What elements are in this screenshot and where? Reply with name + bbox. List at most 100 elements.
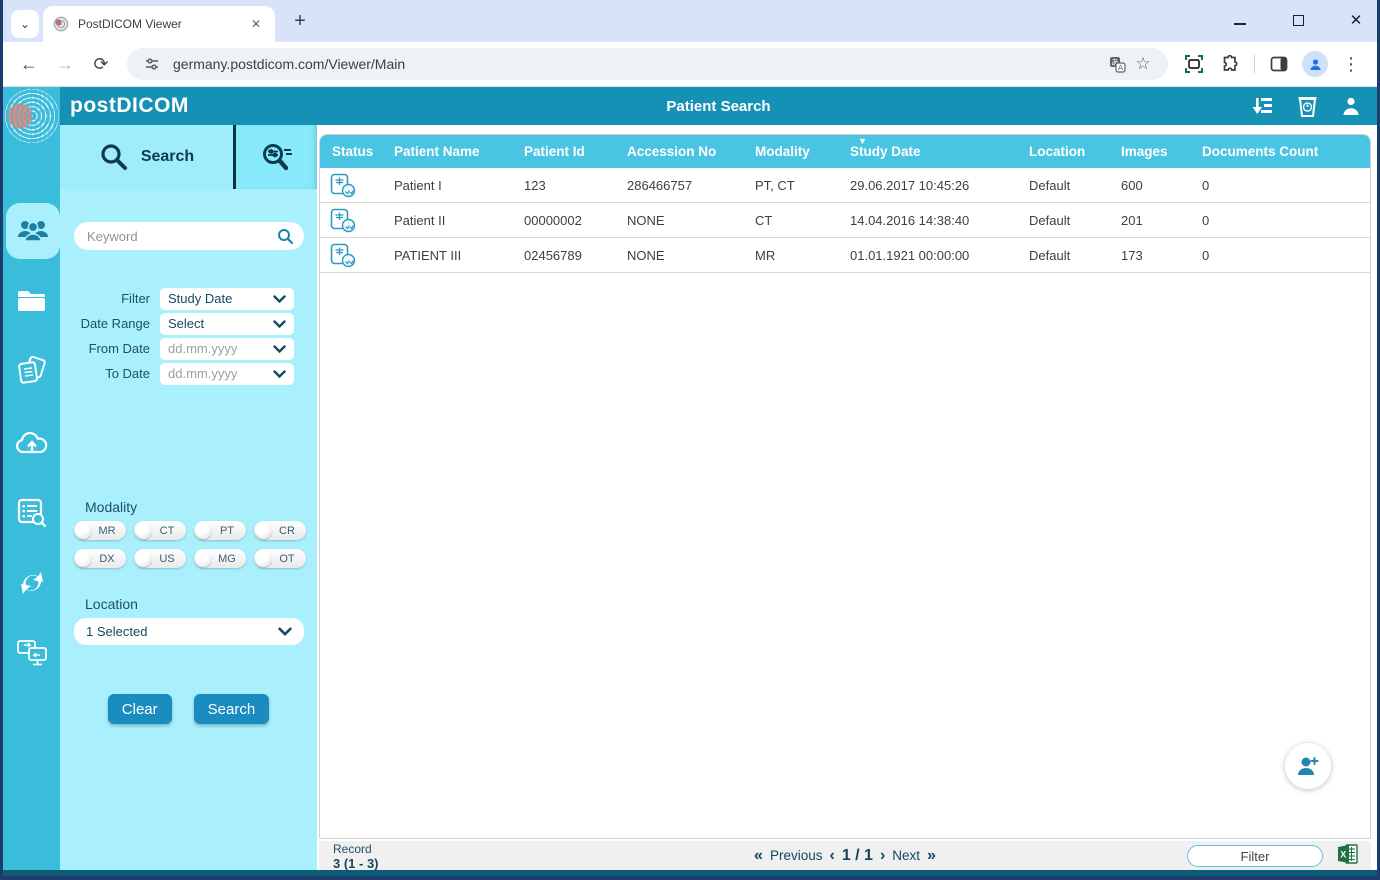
add-person-icon (1296, 755, 1320, 777)
col-documents-count[interactable]: Documents Count (1202, 135, 1370, 168)
toggle-knob (255, 522, 272, 539)
toggle-knob (255, 550, 272, 567)
app-header: postDICOM Patient Search (60, 87, 1377, 125)
keyword-input[interactable] (87, 229, 277, 244)
table-row[interactable]: Patient I 123 286466757 PT, CT 29.06.201… (320, 168, 1370, 203)
menu-kebab-icon[interactable]: ⋮ (1335, 48, 1367, 80)
back-icon[interactable]: ← (13, 48, 45, 80)
side-panel-icon[interactable] (1263, 48, 1295, 80)
add-patient-fab[interactable] (1285, 743, 1331, 789)
tab-search-chevron-icon[interactable]: ⌄ (11, 10, 39, 38)
tab-title: PostDICOM Viewer (78, 17, 247, 31)
to-date-select[interactable]: dd.mm.yyyy (160, 363, 294, 385)
study-status-icon (330, 243, 357, 268)
next-button[interactable]: Next (892, 848, 920, 863)
col-study-date[interactable]: ▼Study Date (850, 135, 1029, 168)
page-title: Patient Search (60, 98, 1377, 115)
next-page-icon[interactable]: › (880, 847, 885, 865)
date-range-select[interactable]: Select (160, 313, 294, 335)
location-select[interactable]: 1 Selected (74, 618, 304, 645)
location-label: Location (85, 596, 138, 612)
table-row[interactable]: Patient II 00000002 NONE CT 14.04.2016 1… (320, 203, 1370, 238)
minimize-button[interactable] (1225, 6, 1255, 34)
chevron-down-icon (273, 295, 286, 303)
close-button[interactable]: ✕ (1341, 6, 1371, 34)
modality-toggle-ot[interactable]: OT (254, 549, 306, 568)
toggle-knob (135, 550, 152, 567)
sidebar-item-dicom-files[interactable] (3, 343, 60, 399)
browser-toolbar: ← → ⟳ germany.postdicom.com/Viewer/Main … (3, 42, 1377, 87)
modality-label: Modality (85, 499, 137, 515)
sidebar-item-folders[interactable] (3, 273, 60, 329)
bookmark-star-icon[interactable]: ☆ (1130, 51, 1156, 77)
filter-button[interactable]: Filter (1187, 845, 1323, 867)
site-settings-icon[interactable] (139, 51, 165, 77)
first-page-icon[interactable]: « (754, 847, 763, 865)
previous-page-icon[interactable]: ‹ (829, 847, 834, 865)
modality-toggle-ct[interactable]: CT (134, 521, 186, 540)
page-indicator: 1 / 1 (842, 847, 873, 865)
chevron-down-icon (273, 320, 286, 328)
modality-toggle-mr[interactable]: MR (74, 521, 126, 540)
search-panel: Filter Study Date Date Range Select From… (60, 189, 317, 870)
postdicom-brain-logo (5, 89, 59, 143)
toggle-knob (135, 522, 152, 539)
profile-avatar[interactable] (1299, 48, 1331, 80)
modality-toggle-cr[interactable]: CR (254, 521, 306, 540)
minimize-icon (1234, 23, 1246, 25)
previous-button[interactable]: Previous (770, 848, 823, 863)
extensions-icon[interactable] (1214, 48, 1246, 80)
col-patient-name[interactable]: Patient Name (394, 135, 524, 168)
col-modality[interactable]: Modality (755, 135, 850, 168)
address-bar[interactable]: germany.postdicom.com/Viewer/Main あA ☆ (127, 48, 1168, 80)
search-button[interactable]: Search (194, 694, 270, 724)
svg-text:X: X (1340, 850, 1346, 860)
download-queue-icon[interactable] (1251, 94, 1275, 118)
keyword-field-wrap (74, 222, 304, 250)
tab-basic-search[interactable]: Search (60, 125, 233, 189)
sidebar-item-cloud-upload[interactable] (3, 415, 60, 471)
sidebar-item-patient-search[interactable] (6, 203, 60, 259)
export-excel-icon[interactable]: X (1337, 843, 1359, 870)
study-status-icon (330, 208, 357, 233)
table-row[interactable]: PATIENT III 02456789 NONE MR 01.01.1921 … (320, 238, 1370, 273)
translate-icon[interactable]: あA (1104, 51, 1130, 77)
browser-tab[interactable]: PostDICOM Viewer ✕ (43, 6, 275, 42)
toolbar-divider (1254, 55, 1255, 73)
modality-toggle-pt[interactable]: PT (194, 521, 246, 540)
modality-toggle-us[interactable]: US (134, 549, 186, 568)
tab-advanced-search[interactable] (236, 125, 317, 189)
from-date-select[interactable]: dd.mm.yyyy (160, 338, 294, 360)
col-status[interactable]: Status (320, 135, 394, 168)
keyword-search-icon[interactable] (277, 228, 294, 245)
screen-capture-icon[interactable] (1178, 48, 1210, 80)
col-patient-id[interactable]: Patient Id (524, 135, 627, 168)
sidebar-item-remote-transfer[interactable] (3, 625, 60, 681)
forward-icon[interactable]: → (49, 48, 81, 80)
url-text[interactable]: germany.postdicom.com/Viewer/Main (173, 56, 1104, 72)
modality-toggle-dx[interactable]: DX (74, 549, 126, 568)
recycle-bin-icon[interactable] (1295, 94, 1319, 118)
col-images[interactable]: Images (1121, 135, 1202, 168)
filter-select[interactable]: Study Date (160, 288, 294, 310)
sort-descending-icon: ▼ (858, 136, 867, 146)
tab-close-icon[interactable]: ✕ (247, 15, 265, 33)
chevron-down-icon (278, 627, 292, 636)
date-range-label: Date Range (60, 316, 160, 331)
new-tab-button[interactable]: + (287, 8, 313, 34)
chevron-down-icon (273, 370, 286, 378)
clear-button[interactable]: Clear (108, 694, 172, 724)
study-status-icon (330, 173, 357, 198)
account-icon[interactable] (1339, 94, 1363, 118)
sidebar-item-order-search[interactable] (3, 485, 60, 541)
col-accession-no[interactable]: Accession No (627, 135, 755, 168)
search-icon (99, 142, 129, 172)
sidebar-item-sync[interactable] (3, 555, 60, 611)
last-page-icon[interactable]: » (927, 847, 936, 865)
app-bottom-bar (3, 870, 1377, 876)
search-tab-label: Search (141, 148, 194, 166)
maximize-button[interactable] (1283, 6, 1313, 34)
modality-toggle-mg[interactable]: MG (194, 549, 246, 568)
col-location[interactable]: Location (1029, 135, 1121, 168)
reload-icon[interactable]: ⟳ (85, 48, 117, 80)
